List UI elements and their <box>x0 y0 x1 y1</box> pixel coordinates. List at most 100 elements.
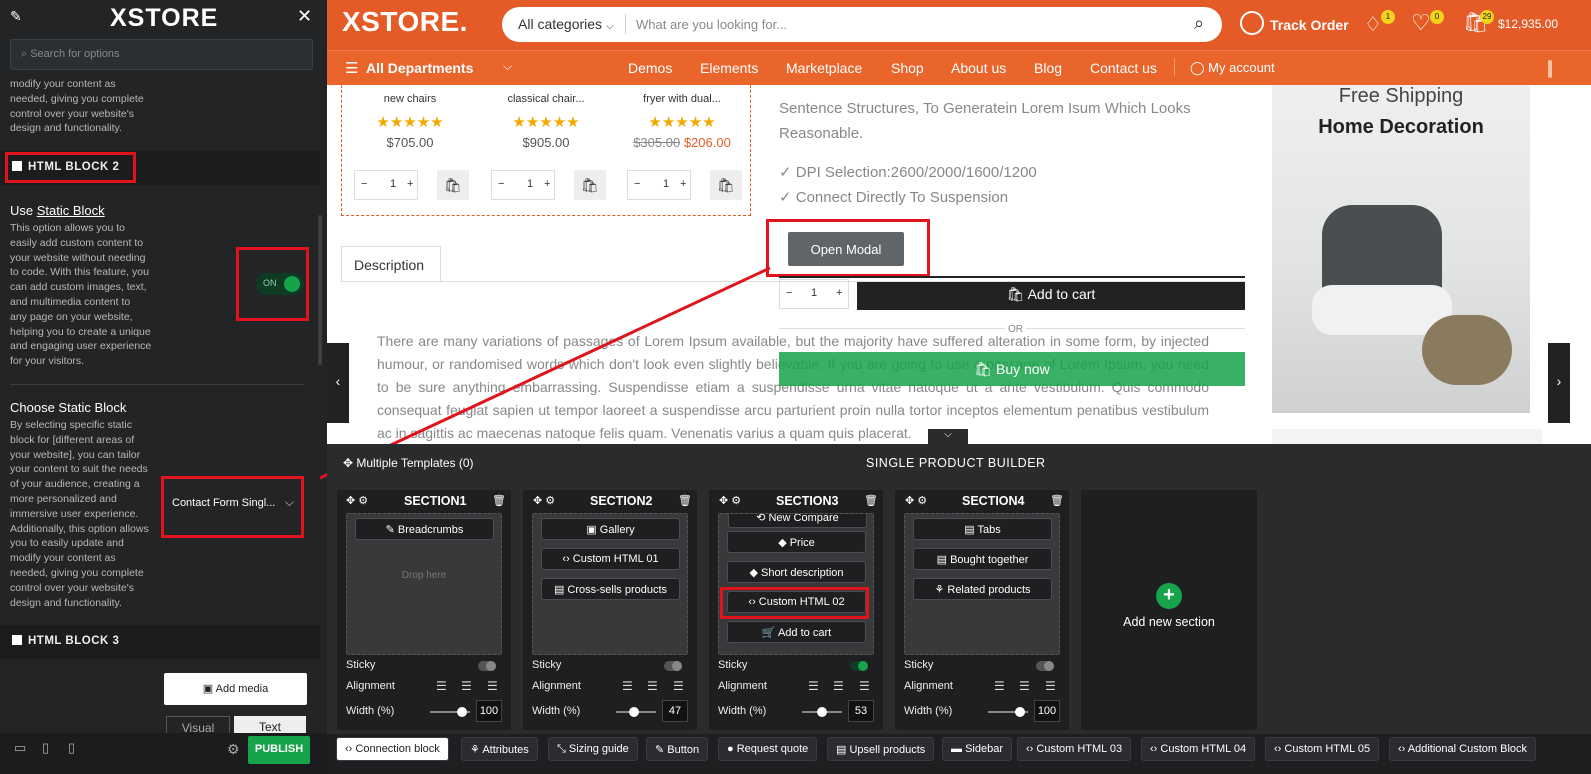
highlight-box <box>720 587 869 619</box>
collapse-icon[interactable]: ⌵ <box>928 429 968 445</box>
width-input[interactable]: 47 <box>662 700 688 722</box>
toggle-knob <box>1044 661 1054 671</box>
sticky-toggle[interactable] <box>478 661 496 671</box>
toggle-knob <box>672 661 682 671</box>
slider-knob[interactable] <box>1015 707 1025 717</box>
slider-knob[interactable] <box>629 707 639 717</box>
sticky-toggle[interactable] <box>1036 661 1054 671</box>
align-center-icon[interactable]: ☰ <box>833 679 844 693</box>
element-cross-sells[interactable]: ▤ Cross-sells products <box>541 578 680 600</box>
element-gallery[interactable]: ▣ Gallery <box>541 518 680 540</box>
sticky-toggle[interactable] <box>850 661 868 671</box>
width-label: Width (%) <box>346 705 395 717</box>
align-right-icon[interactable]: ☰ <box>1045 679 1056 693</box>
width-input[interactable]: 100 <box>1034 700 1060 722</box>
align-right-icon[interactable]: ☰ <box>673 679 684 693</box>
tag-additional-custom-block[interactable]: ‹› Additional Custom Block <box>1389 737 1537 761</box>
element-bought-together[interactable]: ▤ Bought together <box>913 548 1052 570</box>
tag-sidebar[interactable]: ▬ Sidebar <box>942 737 1012 761</box>
width-label: Width (%) <box>718 705 767 717</box>
bag-icon: ▤ <box>836 744 850 756</box>
element-label: Price <box>789 537 815 549</box>
drop-here-label: Drop here <box>401 570 447 581</box>
multiple-templates-toggle[interactable]: ✥ Multiple Templates (0) <box>343 456 474 470</box>
sticky-toggle[interactable] <box>664 661 682 671</box>
tag-custom-html-04[interactable]: ‹› Custom HTML 04 <box>1141 737 1256 761</box>
tag-icon: ◆ <box>749 567 761 579</box>
builder-title: SINGLE PRODUCT BUILDER <box>866 456 1046 470</box>
tag-attributes[interactable]: ⚘ Attributes <box>461 737 538 761</box>
element-custom-html-01[interactable]: ‹› Custom HTML 01 <box>541 548 680 570</box>
sitemap-icon: ⚘ <box>934 584 948 596</box>
align-right-icon[interactable]: ☰ <box>487 679 498 693</box>
toggle-knob <box>858 661 868 671</box>
element-label: Gallery <box>599 524 635 536</box>
section-title: SECTION3 <box>776 494 839 508</box>
align-left-icon[interactable]: ☰ <box>808 679 819 693</box>
tag-connection-block[interactable]: ‹› Connection block <box>336 737 449 761</box>
trash-icon[interactable]: 🗑 <box>678 494 692 507</box>
alignment-label: Alignment <box>532 680 581 692</box>
width-input[interactable]: 53 <box>848 700 874 722</box>
move-icon[interactable]: ✥ ⚙ <box>346 494 368 507</box>
width-slider[interactable] <box>430 707 470 717</box>
element-add-to-cart[interactable]: 🛒 Add to cart <box>727 621 866 643</box>
plus-icon[interactable]: + <box>1156 583 1182 609</box>
alignment-label: Alignment <box>718 680 767 692</box>
trash-icon[interactable]: 🗑 <box>492 494 506 507</box>
element-short-description[interactable]: ◆ Short description <box>727 561 866 583</box>
element-label: Related products <box>947 584 1031 596</box>
width-slider[interactable] <box>616 707 656 717</box>
element-label: Cross-sells products <box>567 584 668 596</box>
add-section-card[interactable] <box>1081 490 1257 730</box>
element-breadcrumbs[interactable]: ✎ Breadcrumbs <box>355 518 494 540</box>
tag-icon: ◆ <box>778 537 790 549</box>
move-icon[interactable]: ✥ ⚙ <box>905 494 927 507</box>
ruler-icon: ⤡ <box>557 743 569 755</box>
tag-request-quote[interactable]: ● Request quote <box>718 737 818 761</box>
width-slider[interactable] <box>802 707 842 717</box>
align-left-icon[interactable]: ☰ <box>994 679 1005 693</box>
tag-label: Connection block <box>355 743 440 755</box>
tag-label: Attributes <box>482 744 529 756</box>
slider-knob[interactable] <box>457 707 467 717</box>
element-label: Tabs <box>977 524 1001 536</box>
section-title: SECTION1 <box>404 494 467 508</box>
code-icon: ‹› <box>562 553 573 565</box>
element-label: Breadcrumbs <box>397 524 464 536</box>
add-section-label[interactable]: Add new section <box>1081 615 1257 629</box>
element-tabs[interactable]: ▤ Tabs <box>913 518 1052 540</box>
tag-button[interactable]: ✎ Button <box>646 737 709 761</box>
align-center-icon[interactable]: ☰ <box>647 679 658 693</box>
tag-upsell-products[interactable]: ▤ Upsell products <box>827 737 935 761</box>
align-left-icon[interactable]: ☰ <box>622 679 633 693</box>
tag-custom-html-03[interactable]: ‹› Custom HTML 03 <box>1017 737 1132 761</box>
image-icon: ▣ <box>586 524 600 536</box>
tag-label: Custom HTML 04 <box>1160 743 1247 755</box>
trash-icon[interactable]: 🗑 <box>1050 494 1064 507</box>
alignment-label: Alignment <box>346 680 395 692</box>
toggle-knob <box>486 661 496 671</box>
move-icon[interactable]: ✥ ⚙ <box>533 494 555 507</box>
tag-sizing-guide[interactable]: ⤡ Sizing guide <box>548 737 638 761</box>
tag-custom-html-05[interactable]: ‹› Custom HTML 05 <box>1265 737 1380 761</box>
align-center-icon[interactable]: ☰ <box>461 679 472 693</box>
element-price[interactable]: ◆ Price <box>727 531 866 553</box>
code-icon: ‹› <box>1026 743 1037 755</box>
width-slider[interactable] <box>988 707 1028 717</box>
align-right-icon[interactable]: ☰ <box>859 679 870 693</box>
sticky-label: Sticky <box>904 659 934 671</box>
width-label: Width (%) <box>532 705 581 717</box>
trash-icon[interactable]: 🗑 <box>864 494 878 507</box>
element-new-compare[interactable]: ⟲ New Compare <box>728 513 867 528</box>
sitemap-icon: ⚘ <box>470 744 483 756</box>
element-related-products[interactable]: ⚘ Related products <box>913 578 1052 600</box>
element-label: New Compare <box>768 513 839 524</box>
width-input[interactable]: 100 <box>476 700 502 722</box>
align-left-icon[interactable]: ☰ <box>436 679 447 693</box>
tag-label: Custom HTML 05 <box>1284 743 1371 755</box>
align-center-icon[interactable]: ☰ <box>1019 679 1030 693</box>
move-icon[interactable]: ✥ ⚙ <box>719 494 741 507</box>
tag-label: Sizing guide <box>568 743 629 755</box>
slider-knob[interactable] <box>817 707 827 717</box>
